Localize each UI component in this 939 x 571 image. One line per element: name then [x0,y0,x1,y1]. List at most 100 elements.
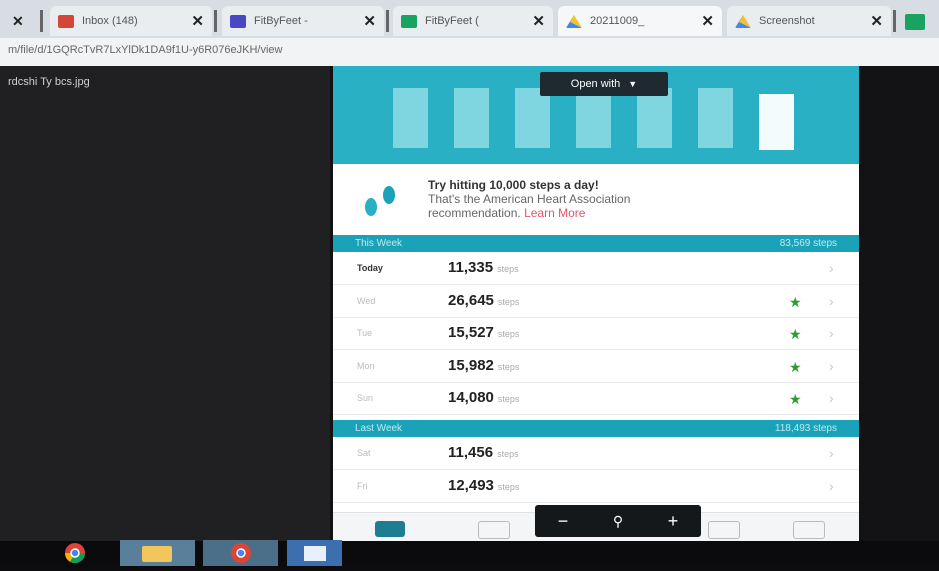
zoom-icon[interactable]: ⚲ [598,509,638,533]
tip-text: recommendation. [428,206,521,220]
chrome-icon[interactable] [55,540,95,566]
chart-bar [637,88,672,148]
tip-line: That's the American Heart Association [428,192,631,206]
viewer-right-panel [860,66,939,541]
day-label: Tue [357,328,373,338]
viewer-left-panel [0,66,330,541]
tab-screenshot[interactable]: Screenshot ✕ [727,6,891,36]
tab-fitbyfeet-forms[interactable]: FitByFeet - ✕ [222,6,384,36]
step-count: 11,456 steps [448,444,519,461]
tip-headline: Try hitting 10,000 steps a day! [428,178,599,192]
close-icon[interactable]: ✕ [701,12,714,30]
step-unit: steps [497,264,519,274]
day-row[interactable]: Wed 26,645 steps ★ › [333,286,859,318]
step-count: 14,080 steps [448,389,520,406]
zoom-out-button[interactable]: − [543,509,583,533]
last-week-header: Last Week 118,493 steps [333,420,859,437]
star-icon: ★ [789,326,802,342]
learn-more-link[interactable]: Learn More [524,206,585,220]
file-name: rdcshi Ty bcs.jpg [8,76,90,88]
tab-separator [893,10,896,32]
url-text[interactable]: m/file/d/1GQRcTvR7LxYlDk1DA9f1U-y6R076eJ… [8,44,282,56]
zoom-in-button[interactable]: + [653,509,693,533]
close-icon[interactable]: ✕ [870,12,883,30]
chart-bar [576,88,611,148]
chevron-right-icon: › [829,325,834,341]
tab-separator [214,10,217,32]
day-row[interactable]: Today 11,335 steps › [333,253,859,285]
tab-inbox[interactable]: Inbox (148) ✕ [50,6,212,36]
close-icon[interactable]: ✕ [191,12,204,30]
chart-bar [454,88,489,148]
chevron-right-icon: › [829,260,834,276]
chevron-right-icon: › [829,292,834,309]
image-preview: Open with ▼ Try hitting 10,000 steps a d… [333,66,859,544]
gmail-icon [58,14,74,28]
day-row[interactable]: Fri 12,493 steps › [333,471,859,503]
tab-fitbyfeet-sheets[interactable]: FitByFeet ( ✕ [393,6,553,36]
menu-icon[interactable] [793,521,825,539]
tab-title: Inbox (148) [82,15,138,27]
docs-window-icon[interactable] [287,540,342,566]
step-unit: steps [497,449,519,459]
zoom-controls: − ⚲ + [535,505,701,537]
drive-icon [566,14,582,28]
tab-title: Screenshot [759,15,815,27]
chart-bar [698,88,733,148]
step-count: 11,335 steps [448,259,519,276]
week-total: 118,493 steps [774,423,837,434]
step-count: 15,982 steps [448,356,520,374]
open-with-label: Open with [570,78,621,90]
step-unit: steps [497,296,520,307]
step-unit: steps [497,361,520,372]
search-icon[interactable] [708,521,740,539]
close-icon[interactable]: ✕ [532,12,545,30]
step-count: 26,645 steps [448,291,520,309]
star-icon[interactable] [478,521,510,539]
chrome-window-icon[interactable] [203,540,278,566]
address-bar[interactable]: m/file/d/1GQRcTvR7LxYlDk1DA9f1U-y6R076eJ… [0,38,939,66]
day-label: Today [357,263,383,273]
day-label: Fri [357,480,368,491]
day-label: Sun [357,393,374,403]
day-row[interactable]: Mon 15,982 steps ★ › [333,351,859,383]
sheets-icon[interactable] [905,14,925,30]
dashboard-icon[interactable] [375,521,405,537]
chevron-right-icon: › [829,357,834,374]
step-count: 12,493 steps [448,476,520,494]
day-row[interactable]: Sat 11,456 steps › [333,438,859,470]
day-row[interactable]: Sun 14,080 steps ★ › [333,383,859,415]
forms-icon [230,14,246,28]
chart-bar [393,88,428,148]
step-unit: steps [497,481,520,492]
day-label: Sat [357,448,371,458]
week-total: 83,569 steps [779,238,837,249]
day-row[interactable]: Tue 15,527 steps ★ › [333,318,859,350]
drive-icon [735,14,751,28]
chevron-right-icon: › [829,390,834,406]
chevron-right-icon: › [829,477,834,494]
step-unit: steps [497,394,520,404]
week-label: This Week [355,238,403,249]
chevron-right-icon: › [829,445,834,461]
tab-separator [40,10,43,32]
chart-bar [515,88,550,148]
tab-image-active[interactable]: 20211009_ ✕ [558,6,722,36]
close-icon[interactable]: ✕ [12,13,24,30]
tab-title: 20211009_ [590,15,645,27]
week-label: Last Week [355,423,403,434]
day-label: Wed [357,295,376,306]
tip-line: recommendation. Learn More [428,206,585,220]
caret-down-icon: ▼ [628,79,638,89]
day-label: Mon [357,360,375,371]
steps-bar-chart: Open with ▼ [333,66,859,164]
open-with-button[interactable]: Open with ▼ [540,72,668,96]
star-icon: ★ [789,391,802,407]
step-count: 15,527 steps [448,324,520,341]
close-icon[interactable]: ✕ [363,12,376,30]
step-unit: steps [497,329,520,339]
footsteps-icon [365,186,395,216]
file-explorer-icon[interactable] [120,540,195,566]
browser-tab-strip: ✕ Inbox (148) ✕ FitByFeet - ✕ FitByFeet … [0,0,939,38]
tab-title: FitByFeet ( [425,15,479,27]
